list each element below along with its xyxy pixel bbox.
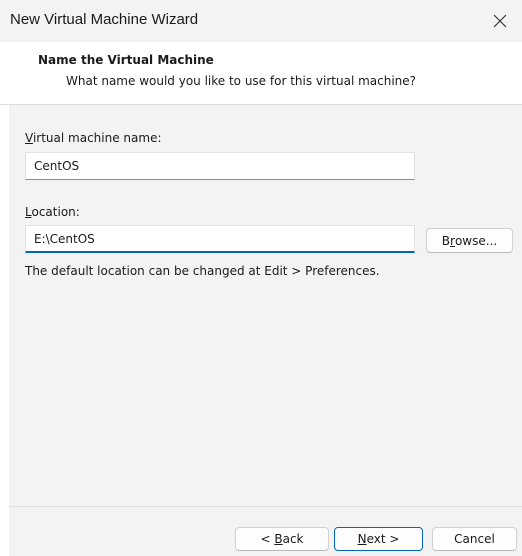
next-button[interactable]: Next >	[334, 527, 423, 551]
wizard-content: Virtual machine name: CentOS Location: E…	[9, 105, 522, 506]
browse-button[interactable]: Br owse...	[426, 228, 513, 253]
page-title: Name the Virtual Machine	[38, 53, 214, 67]
location-input[interactable]: E:\CentOS	[25, 225, 415, 253]
location-label: Location:	[25, 205, 80, 219]
location-label-text: ocation:	[31, 205, 80, 219]
wizard-header: Name the Virtual Machine What name would…	[0, 42, 522, 105]
vm-name-input[interactable]: CentOS	[25, 152, 415, 180]
title-bar: New Virtual Machine Wizard	[0, 0, 522, 42]
next-label-mnemonic: N	[357, 532, 367, 546]
vm-name-label-mnemonic: V	[25, 131, 33, 145]
close-icon	[493, 14, 507, 28]
next-label-post: ext >	[366, 532, 400, 546]
vm-name-value: CentOS	[34, 159, 80, 173]
back-label-mnemonic: B	[274, 532, 283, 546]
page-subtitle: What name would you like to use for this…	[66, 74, 417, 88]
close-button[interactable]	[478, 0, 522, 42]
cancel-button[interactable]: Cancel	[432, 527, 517, 551]
back-label-post: ack	[282, 532, 304, 546]
back-button[interactable]: < Back	[235, 527, 329, 551]
wizard-footer: < Back Next > Cancel	[9, 506, 522, 556]
browse-label-pre: B	[441, 233, 451, 248]
vm-name-label: Virtual machine name:	[25, 131, 162, 145]
location-value: E:\CentOS	[34, 231, 95, 246]
cancel-label: Cancel	[454, 532, 495, 546]
vm-name-label-text: irtual machine name:	[32, 131, 162, 145]
default-location-hint: The default location can be changed at E…	[25, 264, 380, 278]
window-title: New Virtual Machine Wizard	[10, 11, 199, 28]
back-label-pre: <	[260, 532, 275, 546]
browse-label-post: owse...	[454, 233, 498, 248]
